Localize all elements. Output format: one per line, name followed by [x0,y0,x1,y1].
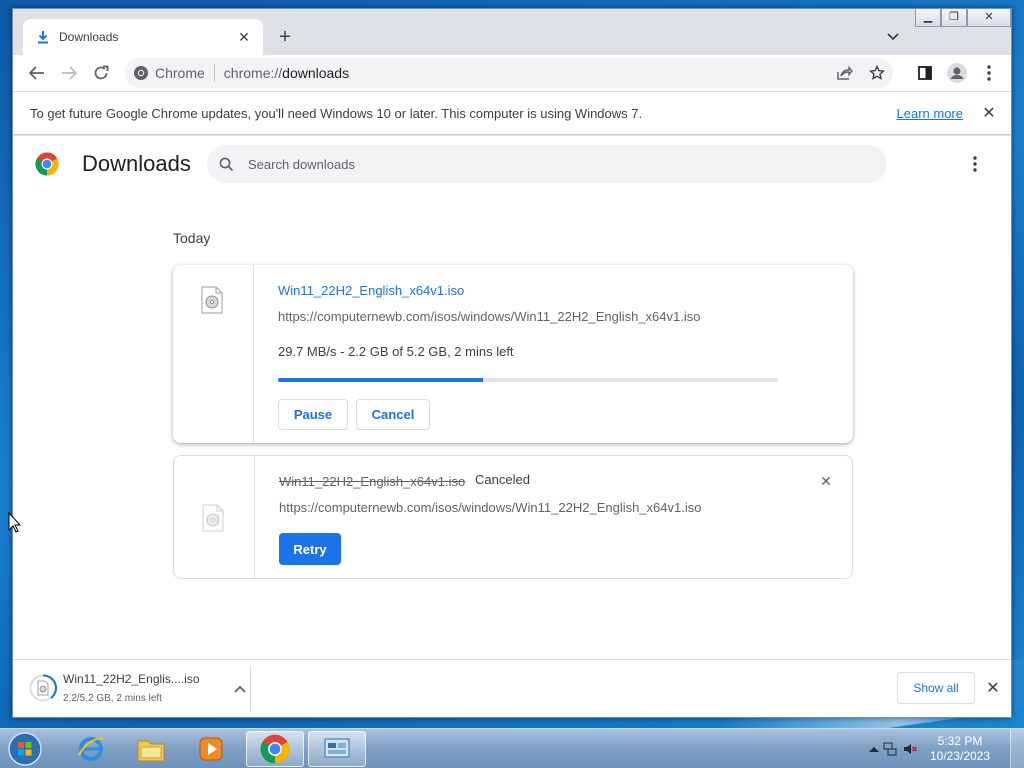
omnibox-divider [213,64,215,82]
canceled-status: Canceled [475,472,530,487]
page-title: Downloads [82,151,191,176]
system-tray: 5:32 PM 10/23/2023 [858,729,1024,768]
site-chip[interactable]: Chrome [133,65,205,81]
shelf-filename: Win11_22H2_Englis....iso [63,672,200,686]
tray-expand-icon[interactable] [866,741,882,757]
download-progress-text: 29.7 MB/s - 2.2 GB of 5.2 GB, 2 mins lef… [278,344,514,359]
download-card-canceled: Win11_22H2_English_x64v1.iso Canceled ht… [173,455,853,579]
bookmark-star-icon[interactable] [861,57,893,89]
shelf-divider [250,666,251,712]
back-button[interactable] [21,57,53,89]
shelf-progress-ring-icon [29,674,57,702]
retry-button[interactable]: Retry [279,533,341,565]
cancel-button[interactable]: Cancel [356,399,430,430]
download-url[interactable]: https://computernewb.com/isos/windows/Wi… [278,309,700,324]
chevron-up-icon[interactable] [231,680,249,698]
remove-download-icon[interactable]: ✕ [818,473,834,489]
tab-strip: Downloads ✕ + [13,9,1011,55]
search-box[interactable] [207,145,887,183]
browser-menu-icon[interactable] [973,57,1005,89]
show-all-button[interactable]: Show all [897,672,975,704]
profile-avatar-icon[interactable] [941,57,973,89]
omnibox[interactable]: Chrome chrome://downloads [125,58,893,88]
internet-explorer-taskbar-icon[interactable] [62,731,120,767]
windows-explorer-taskbar-icon[interactable] [122,731,180,767]
update-infobar: To get future Google Chrome updates, you… [13,91,1011,135]
chrome-window: Downloads ✕ + ▁ ❐ ✕ Chrome chrome://down… [12,8,1012,718]
control-panel-taskbar-icon[interactable] [308,731,366,767]
close-window-button[interactable]: ✕ [967,9,1011,27]
infobar-close-icon[interactable]: ✕ [979,103,999,123]
downloads-header: Downloads [13,136,1011,192]
disc-file-icon [201,286,223,314]
network-icon[interactable] [882,741,898,757]
start-orb-icon[interactable] [6,731,44,767]
new-tab-button[interactable]: + [273,25,297,49]
site-label: Chrome [155,65,205,81]
chrome-logo-icon [35,152,59,176]
toolbar: Chrome chrome://downloads [13,55,1011,91]
learn-more-link[interactable]: Learn more [897,106,963,121]
reload-button[interactable] [85,57,117,89]
url-host: downloads [282,65,350,81]
url-text: chrome://downloads [224,65,349,81]
toolbar-right [909,57,1005,89]
tab-downloads[interactable]: Downloads ✕ [23,19,263,55]
taskbar: 5:32 PM 10/23/2023 [0,728,1024,768]
download-icon [35,29,51,45]
search-icon [219,157,234,171]
disc-file-icon [202,504,224,532]
shelf-download-item[interactable]: Win11_22H2_Englis....iso 2.2/5.2 GB, 2 m… [29,668,251,710]
mouse-cursor-icon [8,512,22,533]
page-menu-icon[interactable] [965,153,985,175]
canceled-url[interactable]: https://computernewb.com/isos/windows/Wi… [279,500,701,515]
download-progress-fill [278,378,483,382]
maximize-button[interactable]: ❐ [941,9,967,27]
tab-title: Downloads [59,30,119,44]
chrome-taskbar-icon[interactable] [246,731,304,767]
share-icon[interactable] [829,57,861,89]
shelf-status: 2.2/5.2 GB, 2 mins left [63,693,162,704]
chrome-site-icon [134,66,148,80]
side-panel-icon[interactable] [909,57,941,89]
canceled-filename: Win11_22H2_English_x64v1.iso [279,474,466,489]
tab-close-icon[interactable]: ✕ [235,28,253,46]
clock-date: 10/23/2023 [929,749,991,763]
omnibox-actions [829,58,893,88]
shelf-close-icon[interactable]: ✕ [983,678,1003,698]
file-icon-column [174,456,255,578]
tab-search-chevron-icon[interactable] [883,27,903,47]
infobar-message: To get future Google Chrome updates, you… [30,105,643,121]
pause-button[interactable]: Pause [278,399,348,430]
file-icon-column [173,265,254,443]
media-player-taskbar-icon[interactable] [182,731,240,767]
window-controls: ▁ ❐ ✕ [915,9,1011,27]
section-date-heading: Today [173,230,211,246]
search-input[interactable] [248,156,808,172]
forward-button[interactable] [53,57,85,89]
downloads-page: Downloads Today Win11_22H2_English_x64v1… [13,136,1011,659]
download-filename-link[interactable]: Win11_22H2_English_x64v1.iso [278,283,464,298]
download-card-active: Win11_22H2_English_x64v1.iso https://com… [173,265,853,443]
download-shelf: Win11_22H2_Englis....iso 2.2/5.2 GB, 2 m… [13,659,1011,717]
download-progress-bar [278,378,778,382]
taskbar-clock[interactable]: 5:32 PM 10/23/2023 [924,734,996,764]
show-desktop-button[interactable] [1010,729,1024,768]
url-scheme: chrome:// [223,65,283,81]
clock-time: 5:32 PM [937,734,983,748]
volume-muted-icon[interactable] [902,741,918,757]
minimize-button[interactable]: ▁ [915,9,941,27]
